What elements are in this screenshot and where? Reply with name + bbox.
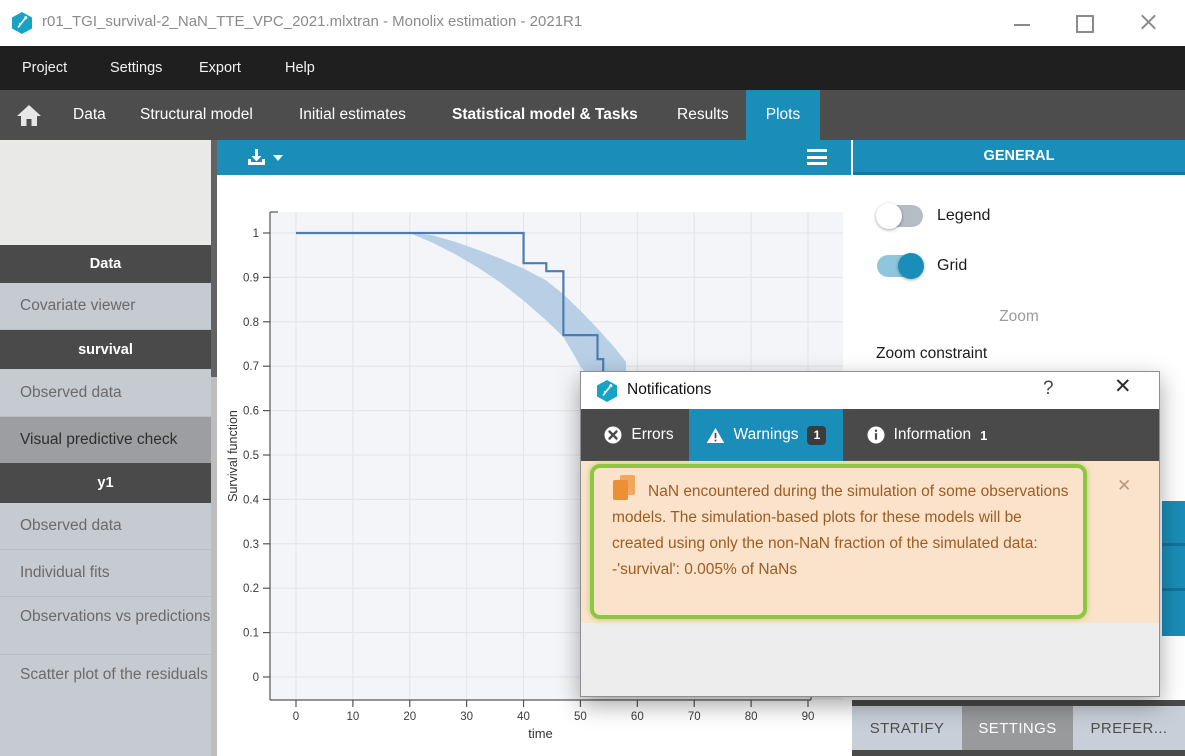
window-title: r01_TGI_survival-2_NaN_TTE_VPC_2021.mlxt… (42, 13, 582, 30)
plot-menu-icon[interactable] (807, 149, 827, 165)
stratify-button[interactable]: STRATIFY (852, 706, 962, 750)
export-dropdown-caret[interactable] (273, 155, 283, 161)
svg-text:60: 60 (631, 711, 644, 723)
sidebar-item-observations-vs-predictions[interactable]: Observations vs predictions (0, 597, 211, 655)
legend-toggle-label: Legend (937, 207, 990, 225)
legend-toggle-knob[interactable] (876, 203, 902, 229)
menu-export[interactable]: Export (199, 46, 241, 90)
svg-text:40: 40 (517, 711, 530, 723)
dialog-tab-warnings[interactable]: Warnings 1 (689, 409, 843, 461)
svg-text:time: time (528, 726, 553, 741)
menu-help[interactable]: Help (285, 46, 315, 90)
sidebar-item-scatter-residuals[interactable]: Scatter plot of the residuals (0, 655, 211, 756)
warning-message-text: NaN encountered during the simulation of… (612, 477, 1069, 583)
zoom-constraint-label: Zoom constraint (876, 345, 987, 363)
menu-settings[interactable]: Settings (110, 46, 162, 90)
svg-text:Survival function: Survival function (226, 410, 240, 502)
panel-button-separator (1162, 588, 1185, 591)
svg-text:50: 50 (574, 711, 587, 723)
dialog-tab-bar: Errors Warnings 1 Information 1 (581, 409, 1159, 461)
svg-text:20: 20 (403, 711, 416, 723)
monolix-window: r01_TGI_survival-2_NaN_TTE_VPC_2021.mlxt… (0, 0, 1185, 756)
panel-footer-bar: STRATIFY SETTINGS PREFER... (852, 700, 1185, 756)
dialog-tab-errors[interactable]: Errors (589, 409, 689, 461)
main-tab-bar: Data Structural model Initial estimates … (0, 90, 1185, 140)
tab-statistical-model-tasks[interactable]: Statistical model & Tasks (452, 90, 638, 140)
title-bar: r01_TGI_survival-2_NaN_TTE_VPC_2021.mlxt… (0, 0, 1185, 46)
svg-text:0.3: 0.3 (243, 539, 259, 551)
dialog-title-bar: Notifications ? ✕ (581, 372, 1159, 409)
menu-bar: Project Settings Export Help 1 i 1 (0, 46, 1185, 90)
plot-toolbar (217, 140, 851, 175)
panel-button-separator (1162, 543, 1185, 546)
dismiss-warning-button[interactable]: ✕ (1117, 476, 1131, 496)
dialog-close-button[interactable]: ✕ (1114, 374, 1132, 399)
svg-text:80: 80 (745, 711, 758, 723)
sidebar-item-observed-data-survival[interactable]: Observed data (0, 369, 211, 417)
tab-initial-estimates[interactable]: Initial estimates (299, 90, 406, 140)
monolix-logo-icon (10, 11, 34, 35)
circle-i-icon (867, 426, 885, 444)
zoom-section-label: Zoom (853, 308, 1185, 326)
svg-text:70: 70 (688, 711, 701, 723)
notifications-dialog: Notifications ? ✕ Errors Warnings 1 (580, 371, 1160, 697)
menu-project[interactable]: Project (22, 46, 67, 90)
svg-text:0.5: 0.5 (243, 450, 259, 462)
sidebar-item-covariate-viewer[interactable]: Covariate viewer (0, 283, 211, 330)
svg-text:10: 10 (346, 711, 359, 723)
svg-text:0.9: 0.9 (243, 272, 259, 284)
pages-icon (612, 477, 648, 501)
sidebar-item-visual-predictive-check[interactable]: Visual predictive check (0, 417, 211, 463)
svg-text:90: 90 (802, 711, 815, 723)
settings-button[interactable]: SETTINGS (962, 706, 1073, 750)
grid-toggle-knob[interactable] (898, 253, 924, 279)
sidebar-section-data: Data (0, 245, 211, 283)
group-by-panel: Group by: Outcome Chart type (0, 140, 211, 245)
tab-plots[interactable]: Plots (746, 90, 820, 140)
tab-results[interactable]: Results (677, 90, 729, 140)
circle-x-icon (604, 426, 622, 444)
export-plot-icon[interactable] (247, 148, 266, 167)
svg-text:0: 0 (253, 672, 259, 684)
warnings-tab-badge: 1 (807, 426, 826, 445)
minimize-button[interactable] (1002, 14, 1042, 34)
grid-toggle[interactable] (877, 255, 923, 277)
information-tab-count: 1 (980, 428, 987, 443)
close-button[interactable] (1128, 14, 1168, 34)
tab-data[interactable]: Data (73, 90, 106, 140)
hidden-panel-buttons[interactable] (1162, 501, 1185, 636)
legend-toggle[interactable] (877, 205, 923, 227)
svg-text:30: 30 (460, 711, 473, 723)
svg-text:0.2: 0.2 (243, 583, 259, 595)
maximize-button[interactable] (1064, 14, 1104, 34)
warning-message-zone: NaN encountered during the simulation of… (581, 461, 1159, 623)
svg-text:0.1: 0.1 (243, 628, 259, 640)
monolix-logo-icon (595, 379, 619, 403)
sidebar-section-survival: survival (0, 330, 211, 369)
sidebar-section-y1: y1 (0, 463, 211, 503)
tab-structural-model[interactable]: Structural model (140, 90, 253, 140)
tab-home[interactable] (12, 99, 46, 131)
svg-text:0: 0 (293, 711, 299, 723)
general-section-header: GENERAL (853, 140, 1185, 175)
warning-message: NaN encountered during the simulation of… (590, 464, 1087, 619)
svg-text:0.4: 0.4 (243, 494, 260, 506)
preferences-button[interactable]: PREFER... (1073, 706, 1185, 750)
svg-text:0.8: 0.8 (243, 317, 259, 329)
dialog-help-button[interactable]: ? (1043, 378, 1054, 400)
svg-text:1: 1 (253, 228, 259, 240)
home-icon (16, 103, 42, 127)
sidebar-item-individual-fits[interactable]: Individual fits (0, 550, 211, 597)
dialog-tab-information[interactable]: Information 1 (843, 409, 1011, 461)
sidebar-item-observed-data-y1[interactable]: Observed data (0, 503, 211, 550)
warning-triangle-icon (706, 427, 725, 444)
svg-text:0.7: 0.7 (243, 361, 259, 373)
grid-toggle-label: Grid (937, 257, 967, 275)
svg-text:0.6: 0.6 (243, 406, 259, 418)
dialog-title: Notifications (627, 381, 711, 399)
